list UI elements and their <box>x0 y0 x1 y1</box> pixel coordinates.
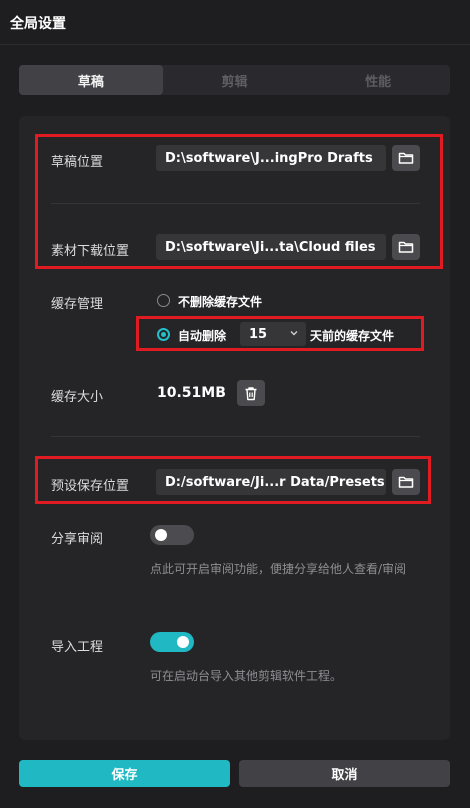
import-project-hint: 可在启动台导入其他剪辑软件工程。 <box>150 669 343 683</box>
share-review-toggle[interactable] <box>150 525 194 545</box>
radio-keep-cache[interactable] <box>157 294 170 307</box>
cache-size-value: 10.51MB <box>157 385 226 401</box>
tab-performance[interactable]: 性能 <box>306 65 450 95</box>
toggle-knob <box>177 636 189 648</box>
cache-management-label: 缓存管理 <box>51 297 104 312</box>
window-title: 全局设置 <box>10 16 66 32</box>
share-review-hint: 点此可开启审阅功能，便捷分享给他人查看/审阅 <box>150 562 407 576</box>
keep-cache-label[interactable]: 不删除缓存文件 <box>178 293 262 310</box>
tab-editing[interactable]: 剪辑 <box>163 65 307 95</box>
section-divider <box>51 436 420 437</box>
highlight-box-locations <box>35 134 443 269</box>
highlight-box-preset <box>35 456 431 504</box>
toggle-knob <box>155 529 167 541</box>
save-button[interactable]: 保存 <box>19 760 230 787</box>
highlight-box-auto-delete <box>136 316 424 351</box>
clear-cache-button[interactable] <box>237 380 265 406</box>
tab-drafts[interactable]: 草稿 <box>19 65 163 95</box>
trash-icon <box>245 386 257 400</box>
title-divider <box>0 44 470 45</box>
cache-size-label: 缓存大小 <box>51 390 104 405</box>
import-project-toggle[interactable] <box>150 632 194 652</box>
import-project-label: 导入工程 <box>51 640 104 655</box>
tab-bar: 草稿 剪辑 性能 <box>19 65 450 95</box>
share-review-label: 分享审阅 <box>51 532 104 547</box>
cancel-button[interactable]: 取消 <box>239 760 450 787</box>
